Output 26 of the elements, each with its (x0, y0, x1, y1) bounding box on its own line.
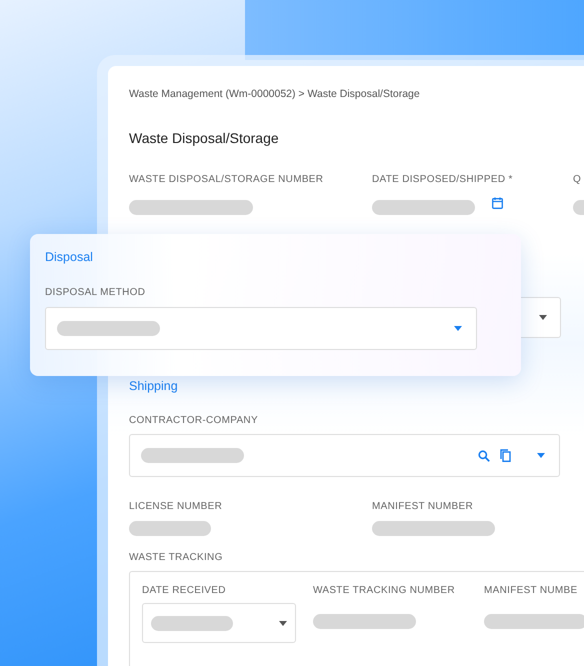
breadcrumb: Waste Management (Wm-0000052) > Waste Disposal/Storage (129, 88, 421, 100)
select-field[interactable] (142, 603, 296, 643)
section-heading: Shipping (129, 379, 179, 393)
caret-icon (279, 620, 287, 626)
field-label: DISPOSAL METHOD (45, 287, 146, 298)
search-icon[interactable] (478, 450, 490, 462)
select-field[interactable] (45, 307, 477, 350)
section-heading: Disposal (45, 250, 94, 264)
section-label: WASTE TRACKING (129, 552, 224, 563)
caret-icon (537, 453, 545, 458)
column-label: MANIFEST NUMBE (484, 585, 578, 596)
column-label: WASTE TRACKING NUMBER (313, 585, 456, 596)
field-label: DATE DISPOSED/SHIPPED * (372, 174, 514, 185)
select-field[interactable] (521, 297, 561, 338)
field-label: LICENSE NUMBER (129, 501, 224, 512)
field-label: MANIFEST NUMBER (372, 501, 474, 512)
caret-icon (539, 315, 547, 320)
lookup-field[interactable] (129, 434, 560, 477)
field-label: WASTE DISPOSAL/STORAGE NUMBER (129, 174, 324, 185)
column-label: DATE RECEIVED (142, 585, 227, 596)
copy-icon[interactable] (500, 449, 511, 462)
calendar-icon[interactable] (492, 197, 503, 209)
caret-icon (454, 326, 462, 331)
field-label: Q (573, 174, 582, 185)
field-label: CONTRACTOR-COMPANY (129, 415, 259, 426)
page-title: Waste Disposal/Storage (129, 130, 280, 146)
